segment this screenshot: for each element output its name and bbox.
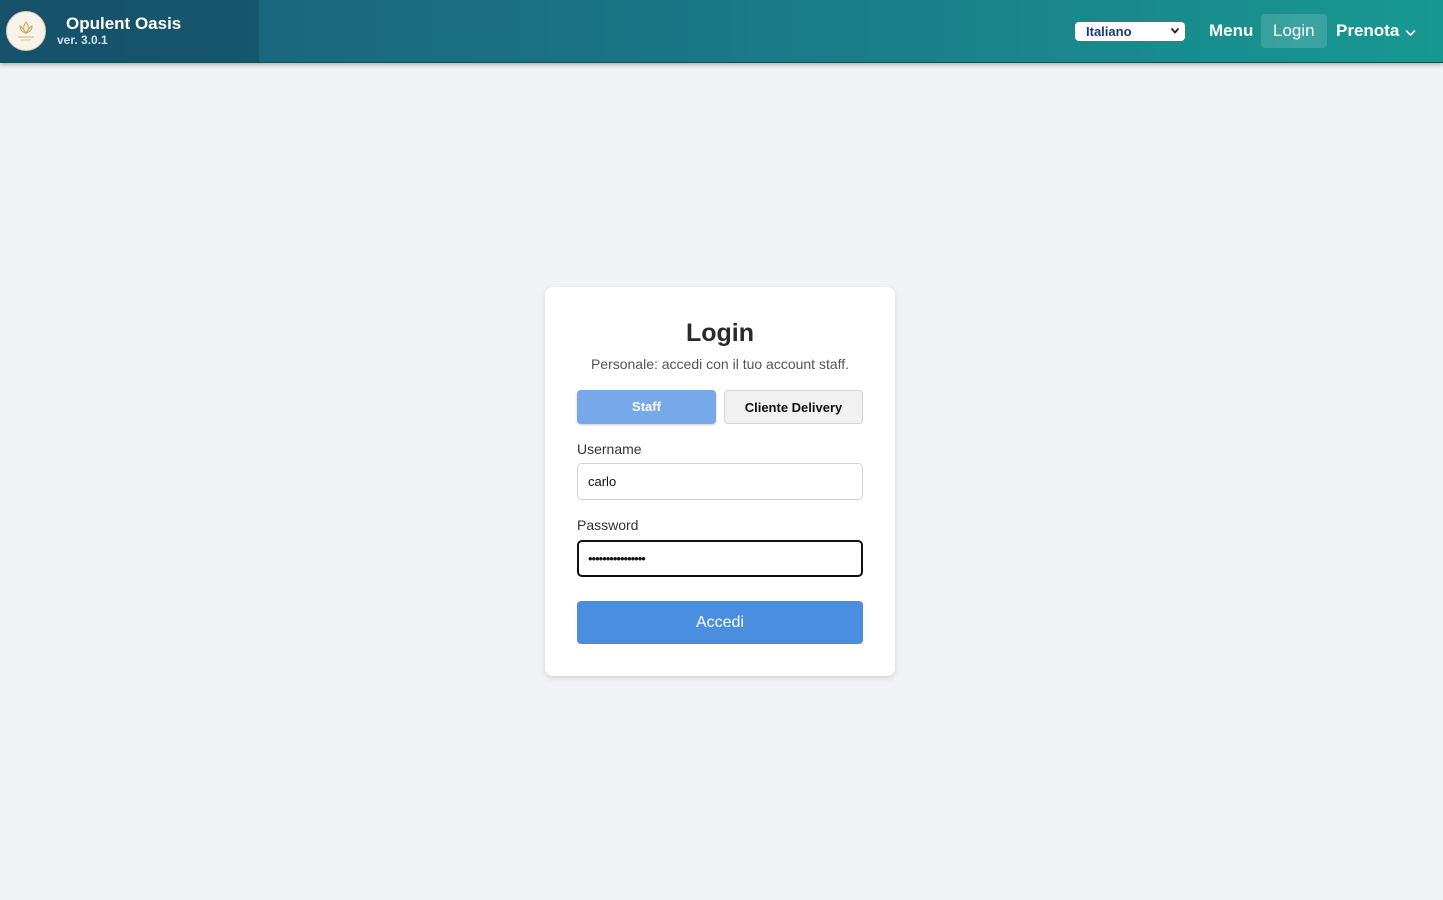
password-input[interactable]: •••••••••••••••• <box>577 540 863 577</box>
tab-staff[interactable]: Staff <box>577 390 716 424</box>
nav-login-link[interactable]: Login <box>1261 14 1327 48</box>
nav-prenota-dropdown[interactable]: Prenota <box>1324 14 1428 48</box>
top-navbar: Opulent Oasis ver. 3.0.1 Italiano Menu L… <box>0 0 1443 63</box>
brand-logo[interactable] <box>6 11 46 51</box>
lotus-logo-icon <box>18 21 34 41</box>
language-select[interactable]: Italiano <box>1075 22 1185 41</box>
brand-name: Opulent Oasis <box>66 14 182 33</box>
login-card: Login Personale: accedi con il tuo accou… <box>545 287 895 676</box>
login-title: Login <box>685 319 755 347</box>
username-input[interactable]: carlo <box>577 463 863 500</box>
brand-area[interactable]: Opulent Oasis ver. 3.0.1 <box>0 0 259 62</box>
chevron-down-icon <box>1171 28 1179 34</box>
accedi-button[interactable]: Accedi <box>577 601 863 644</box>
chevron-down-icon <box>1405 30 1416 36</box>
password-label: Password <box>577 517 639 533</box>
tab-cliente-delivery[interactable]: Cliente Delivery <box>724 390 863 424</box>
nav-prenota-label: Prenota <box>1336 21 1400 40</box>
username-label: Username <box>577 441 642 457</box>
app-version: ver. 3.0.1 <box>57 33 108 47</box>
language-select-value: Italiano <box>1086 24 1132 39</box>
login-subtitle: Personale: accedi con il tuo account sta… <box>590 356 850 372</box>
nav-menu-link[interactable]: Menu <box>1197 14 1265 48</box>
